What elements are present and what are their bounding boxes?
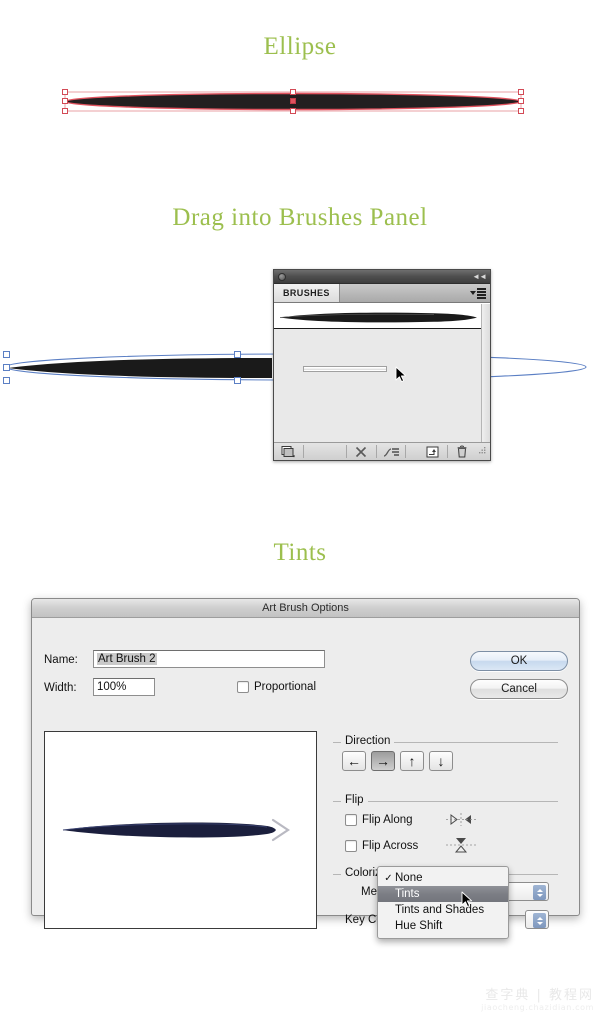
brushes-panel[interactable]: ◄◄ BRUSHES: [273, 269, 491, 461]
flip-across-preview: [446, 836, 476, 859]
panel-content-area[interactable]: [274, 330, 481, 443]
brush-swatch-row[interactable]: [274, 304, 490, 329]
width-input-value: 100%: [97, 681, 127, 693]
toolbar-separator: [302, 445, 304, 458]
ok-button[interactable]: OK: [470, 651, 568, 671]
new-brush-icon: [426, 446, 439, 457]
dropdown-item-none-label: None: [395, 872, 423, 884]
flip-across-checkbox-row[interactable]: Flip Across: [345, 840, 418, 852]
mouse-cursor-icon: [395, 366, 407, 388]
center-anchor-selected[interactable]: [290, 98, 296, 104]
cancel-button-label: Cancel: [501, 683, 537, 695]
watermark: 查字典 | 教程网 jiaocheng.chazidian.com: [481, 984, 594, 1012]
cancel-button[interactable]: Cancel: [470, 679, 568, 699]
panel-body: [274, 303, 490, 443]
brush-preview-area: [44, 731, 317, 929]
width-input[interactable]: 100%: [93, 678, 155, 696]
dialog-title-label: Art Brush Options: [262, 602, 349, 614]
proportional-checkbox-row[interactable]: Proportional: [237, 681, 316, 693]
name-input[interactable]: Art Brush 2: [93, 650, 325, 668]
direction-down-button[interactable]: ↓: [429, 751, 453, 771]
ellipse-artwork-with-selection: [0, 84, 600, 120]
flip-along-icon: [446, 813, 476, 826]
tints-step-heading: Tints: [273, 539, 327, 566]
direction-up-button[interactable]: ↑: [400, 751, 424, 771]
watermark-main-text: 查字典 | 教程网: [485, 988, 594, 1003]
panel-titlebar[interactable]: ◄◄: [274, 270, 490, 284]
chevron-down-icon: [470, 291, 476, 296]
direction-group-label: Direction: [341, 735, 395, 747]
colorization-method-dropdown[interactable]: ✓ None Tints Tints and Shades Hue Shift: [377, 866, 509, 939]
flip-across-icon: [446, 838, 476, 853]
dialog-titlebar[interactable]: Art Brush Options: [32, 599, 579, 618]
hamburger-icon: [477, 288, 486, 299]
direction-right-button[interactable]: →: [371, 751, 395, 771]
dropdown-item-hue-shift-label: Hue Shift: [395, 920, 443, 932]
flip-along-preview: [446, 812, 476, 832]
tab-brushes-label: BRUSHES: [283, 288, 330, 298]
existing-art-brush-swatch-icon: [279, 312, 477, 323]
width-label: Width:: [44, 682, 77, 694]
dropdown-item-none[interactable]: ✓ None: [378, 870, 508, 886]
flip-group-label: Flip: [341, 794, 368, 806]
stroke-options-icon: [383, 447, 399, 457]
direction-left-button[interactable]: ←: [342, 751, 366, 771]
dropdown-item-tints[interactable]: Tints: [378, 886, 508, 902]
page-root: Ellipse Drag into Brushes Panel ◄◄ BRUSH…: [0, 0, 600, 1016]
drag-step-heading: Drag into Brushes Panel: [172, 204, 428, 231]
brush-preview-svg: [62, 818, 290, 842]
key-color-arrows-icon: [533, 913, 546, 928]
tab-brushes[interactable]: BRUSHES: [274, 284, 340, 302]
remove-brush-stroke-button[interactable]: [347, 443, 376, 461]
direction-group: Direction ← → ↑ ↓: [333, 735, 558, 790]
flip-across-checkbox[interactable]: [345, 840, 357, 852]
flip-along-checkbox-row[interactable]: Flip Along: [345, 814, 413, 826]
ellipse-step-heading: Ellipse: [263, 33, 337, 60]
direction-button-row[interactable]: ← → ↑ ↓: [342, 751, 453, 771]
collapse-icon[interactable]: ◄◄: [472, 273, 487, 281]
options-of-selected-object-button[interactable]: [377, 443, 406, 461]
brush-libraries-button[interactable]: [274, 443, 303, 461]
panel-menu-icon[interactable]: [470, 288, 486, 299]
x-icon: [356, 446, 367, 457]
mouse-cursor-icon: [461, 891, 473, 913]
panel-footer-toolbar[interactable]: [274, 442, 490, 460]
name-label: Name:: [44, 654, 78, 666]
flip-along-label: Flip Along: [362, 814, 413, 826]
ellipse-selection-svg: [62, 89, 524, 114]
new-brush-button[interactable]: [418, 443, 447, 461]
check-icon: ✓: [384, 872, 393, 884]
dropdown-item-hue-shift[interactable]: Hue Shift: [378, 918, 508, 934]
dropdown-item-tints-label: Tints: [395, 888, 420, 900]
key-color-swatch-button[interactable]: [525, 910, 549, 929]
trash-icon: [457, 445, 467, 458]
panel-close-dot-icon[interactable]: [278, 273, 286, 281]
proportional-label: Proportional: [254, 681, 317, 693]
dragged-stroke-preview: [303, 360, 387, 372]
watermark-sub-text: jiaocheng.chazidian.com: [481, 1003, 594, 1012]
libraries-icon: [281, 446, 295, 458]
delete-brush-button[interactable]: [448, 443, 477, 461]
panel-vertical-scrollbar[interactable]: [481, 304, 490, 443]
toolbar-separator: [405, 445, 407, 458]
flip-along-checkbox[interactable]: [345, 814, 357, 826]
tapered-brush-shape: [8, 358, 272, 378]
flip-across-label: Flip Across: [362, 840, 419, 852]
popup-arrows-icon: [533, 885, 546, 900]
panel-tab-row[interactable]: BRUSHES: [274, 284, 490, 303]
proportional-checkbox[interactable]: [237, 681, 249, 693]
resize-grip-icon: [478, 446, 485, 453]
name-input-value: Art Brush 2: [97, 653, 157, 665]
dropdown-item-tints-and-shades[interactable]: Tints and Shades: [378, 902, 508, 918]
dragged-stroke-icon: [303, 366, 387, 372]
flip-group: Flip Flip Along Flip Across: [333, 794, 558, 863]
ok-button-label: OK: [510, 655, 528, 667]
panel-resize-grip[interactable]: [477, 443, 490, 461]
